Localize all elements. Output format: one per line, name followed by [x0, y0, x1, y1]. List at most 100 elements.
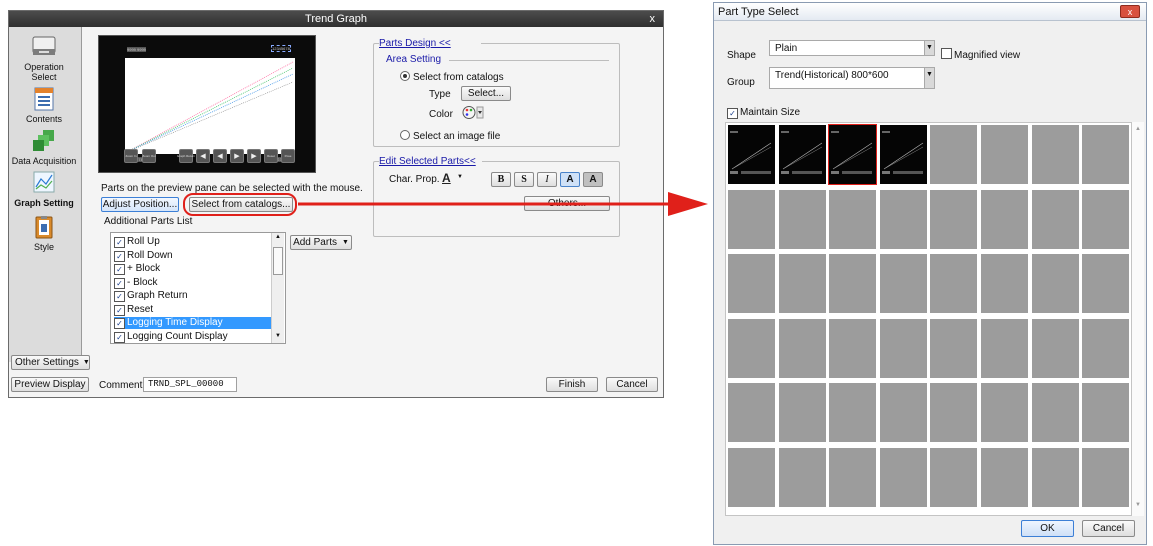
parts-list-item[interactable]: ✓ Logging Time Display: [114, 317, 271, 329]
part-cell-empty[interactable]: [829, 189, 877, 249]
other-settings-button[interactable]: Other Settings ▼: [11, 355, 90, 370]
bold-button[interactable]: B: [491, 172, 511, 187]
part-cell-empty[interactable]: [1082, 447, 1130, 507]
scroll-up-icon[interactable]: ▲: [1135, 126, 1141, 132]
comment-field[interactable]: TRND_SPL_00000: [143, 377, 237, 392]
part-cell-empty[interactable]: [879, 383, 927, 442]
preview-graph-area[interactable]: [125, 58, 295, 154]
reset-button[interactable]: Reset: [264, 149, 278, 163]
page-forward-button[interactable]: ▶: [247, 149, 261, 163]
part-cell-empty[interactable]: [778, 189, 826, 249]
page-back-button[interactable]: ◀: [196, 149, 210, 163]
scroll-thumb[interactable]: [273, 247, 283, 275]
magnified-view-checkbox[interactable]: Magnified view: [941, 48, 1020, 61]
shadow-button[interactable]: S: [514, 172, 534, 187]
shape-select[interactable]: Plain ▼: [769, 40, 935, 56]
part-cell-empty[interactable]: [981, 254, 1028, 313]
part-cell-empty[interactable]: [930, 254, 978, 313]
part-cell-empty[interactable]: [829, 447, 877, 507]
scroll-up-icon[interactable]: ▲: [275, 234, 281, 240]
scroll-down-icon[interactable]: ▼: [1135, 502, 1141, 508]
font-color-picker[interactable]: A ▼: [440, 171, 466, 186]
part-cell-empty[interactable]: [728, 447, 775, 507]
close-icon[interactable]: x: [1120, 5, 1140, 18]
part-thumbnail[interactable]: [879, 125, 927, 184]
cancel-button[interactable]: Cancel: [1082, 520, 1135, 537]
part-cell-empty[interactable]: [930, 383, 978, 442]
pose-button[interactable]: Pose: [281, 149, 295, 163]
parts-list-item[interactable]: ✓ Roll Up: [114, 236, 271, 248]
part-grid[interactable]: [725, 122, 1132, 516]
group-select[interactable]: Trend(Historical) 800*600 ▼: [769, 67, 935, 89]
part-cell-empty[interactable]: [728, 189, 775, 249]
select-from-catalogs-radio[interactable]: Select from catalogs: [400, 71, 504, 83]
graph-return-button[interactable]: Graph Return: [177, 149, 195, 163]
part-cell-empty[interactable]: [1031, 383, 1079, 442]
italic-button[interactable]: I: [537, 172, 557, 187]
select-image-file-radio[interactable]: Select an image file: [400, 130, 500, 142]
checkbox-icon[interactable]: ✓: [114, 331, 125, 343]
part-cell-empty[interactable]: [879, 254, 927, 313]
part-cell-empty[interactable]: [981, 125, 1028, 184]
part-cell-empty[interactable]: [1082, 125, 1130, 184]
parts-list-scrollbar[interactable]: ▲ ▼: [271, 233, 284, 343]
part-cell-empty[interactable]: [728, 318, 775, 378]
checkbox-icon[interactable]: ✓: [114, 264, 125, 275]
close-icon[interactable]: x: [650, 11, 656, 27]
part-cell-empty[interactable]: [1031, 125, 1079, 184]
sidebar-item-style[interactable]: Style: [9, 215, 79, 252]
sidebar-item-operation-select[interactable]: Operation Select: [9, 35, 79, 82]
part-cell-empty[interactable]: [981, 447, 1028, 507]
part-cell-empty[interactable]: [1082, 383, 1130, 442]
part-cell-empty[interactable]: [930, 447, 978, 507]
part-cell-empty[interactable]: [981, 318, 1028, 378]
part-cell-empty[interactable]: [879, 447, 927, 507]
type-select-button[interactable]: Select...: [461, 86, 511, 101]
checkbox-icon[interactable]: ✓: [114, 250, 125, 262]
part-cell-empty[interactable]: [879, 189, 927, 249]
zoom-in-button[interactable]: Zoom In: [124, 149, 138, 163]
color-picker[interactable]: [461, 105, 485, 120]
part-grid-scrollbar[interactable]: ▲ ▼: [1132, 122, 1144, 516]
sidebar-item-graph-setting[interactable]: Graph Setting: [9, 171, 79, 208]
part-cell-empty[interactable]: [778, 447, 826, 507]
part-cell-empty[interactable]: [728, 383, 775, 442]
part-cell-empty[interactable]: [829, 318, 877, 378]
parts-design-toggle[interactable]: Parts Design <<: [379, 38, 481, 49]
part-cell-empty[interactable]: [778, 383, 826, 442]
sidebar-item-contents[interactable]: Contents: [9, 87, 79, 124]
part-cell-empty[interactable]: [829, 254, 877, 313]
parts-list-item[interactable]: ✓ - Block: [114, 277, 271, 289]
part-cell-empty[interactable]: [728, 254, 775, 313]
checkbox-icon[interactable]: ✓: [114, 318, 125, 329]
zoom-out-button[interactable]: Zoom Out: [142, 149, 156, 163]
checkbox-icon[interactable]: ✓: [114, 237, 125, 248]
scroll-down-icon[interactable]: ▼: [275, 333, 281, 339]
step-forward-button[interactable]: ▶: [230, 149, 244, 163]
part-cell-empty[interactable]: [1082, 254, 1130, 313]
parts-list-item[interactable]: ✓ + Block: [114, 263, 271, 275]
part-thumbnail[interactable]: [778, 125, 826, 184]
char-background-button[interactable]: A: [583, 172, 603, 187]
part-cell-empty[interactable]: [1082, 318, 1130, 378]
checkbox-icon[interactable]: ✓: [114, 304, 125, 316]
part-cell-empty[interactable]: [930, 189, 978, 249]
adjust-position-button[interactable]: Adjust Position...: [101, 197, 179, 212]
part-cell-empty[interactable]: [778, 254, 826, 313]
parts-list-item[interactable]: ✓ Roll Down: [114, 250, 271, 262]
ok-button[interactable]: OK: [1021, 520, 1074, 537]
part-cell-empty[interactable]: [981, 189, 1028, 249]
part-cell-empty[interactable]: [1031, 318, 1079, 378]
preview-display-button[interactable]: Preview Display: [11, 377, 89, 392]
part-cell-empty[interactable]: [1031, 189, 1079, 249]
part-cell-empty[interactable]: [879, 318, 927, 378]
add-parts-button[interactable]: Add Parts ▼: [290, 235, 352, 250]
part-cell-empty[interactable]: [1082, 189, 1130, 249]
part-cell-empty[interactable]: [1031, 254, 1079, 313]
part-cell-empty[interactable]: [930, 318, 978, 378]
part-cell-empty[interactable]: [778, 318, 826, 378]
part-thumbnail[interactable]: [728, 125, 775, 184]
checkbox-icon[interactable]: ✓: [114, 291, 125, 302]
parts-list-item[interactable]: ✓ Graph Return: [114, 290, 271, 302]
part-cell-empty[interactable]: [930, 125, 978, 184]
